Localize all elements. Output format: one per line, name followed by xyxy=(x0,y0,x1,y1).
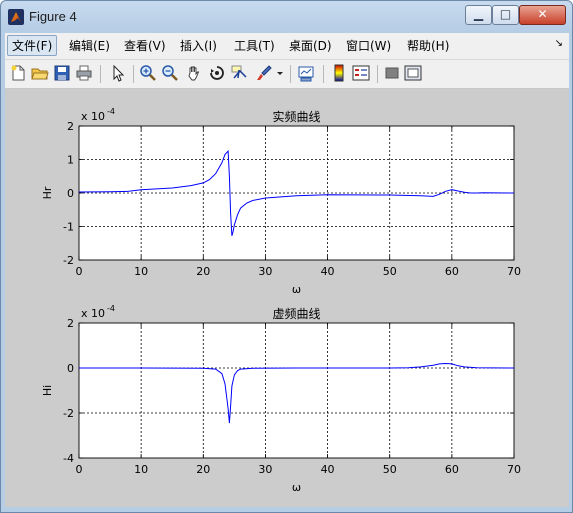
pointer-icon[interactable] xyxy=(109,64,127,82)
chart2-plot-background xyxy=(79,323,514,458)
print-icon[interactable] xyxy=(75,64,93,82)
chart1-exponent-power: -4 xyxy=(107,107,115,116)
chart2-x-tick-label: 30 xyxy=(258,463,272,476)
chart1-x-tick-label: 0 xyxy=(76,265,83,278)
chart1-y-axis-label: Hr xyxy=(41,186,54,199)
toolbar xyxy=(5,60,569,89)
chart2-x-tick-label: 0 xyxy=(76,463,83,476)
new-figure-icon[interactable] xyxy=(9,64,27,82)
dropdown-arrow-icon[interactable] xyxy=(275,64,285,82)
chart1-x-tick-label: 40 xyxy=(321,265,335,278)
toolbar-separator xyxy=(377,65,378,83)
chart2-y-tick-label: -4 xyxy=(63,452,74,465)
toolbar-separator xyxy=(100,65,101,83)
chart1-x-axis-label: ω xyxy=(292,283,301,296)
chart2-x-tick-label: 40 xyxy=(321,463,335,476)
chart2-y-axis-label: Hi xyxy=(41,385,54,396)
chart2-y-tick-label: 0 xyxy=(67,362,74,375)
toolbar-separator xyxy=(290,65,291,83)
chart2-x-tick-label: 60 xyxy=(445,463,459,476)
title-bar[interactable]: Figure 4 ▁ □ ✕ xyxy=(1,1,572,33)
chart2-x-axis-label: ω xyxy=(292,481,301,494)
chart1-x-tick-label: 70 xyxy=(507,265,521,278)
toolbar-separator xyxy=(133,65,134,83)
chart1-x-tick-label: 10 xyxy=(134,265,148,278)
chart1-y-tick-label: -1 xyxy=(63,221,74,234)
menu-edit[interactable]: 编辑(E) xyxy=(69,37,110,54)
menu-desktop[interactable]: 桌面(D) xyxy=(289,37,332,54)
menu-view[interactable]: 查看(V) xyxy=(124,37,166,54)
open-file-icon[interactable] xyxy=(31,64,49,82)
zoom-in-icon[interactable] xyxy=(139,64,157,82)
figure-window: Figure 4 ▁ □ ✕ 文件(F) 编辑(E) 查看(V) 插入(I) 工… xyxy=(0,0,573,513)
chart2-x-tick-label: 20 xyxy=(196,463,210,476)
chart2-title: 虚频曲线 xyxy=(272,307,320,321)
menu-bar: 文件(F) 编辑(E) 查看(V) 插入(I) 工具(T) 桌面(D) 窗口(W… xyxy=(5,33,569,60)
brush-icon[interactable] xyxy=(255,64,273,82)
chart1-x-tick-label: 20 xyxy=(196,265,210,278)
legend-icon[interactable] xyxy=(352,64,370,82)
close-button[interactable]: ✕ xyxy=(519,5,566,25)
plots-svg: 0 10 20 30 40 50 60 70-2-1012实频曲线x 10 -4ωHr0 10 20… xyxy=(41,107,521,494)
chart1-title: 实频曲线 xyxy=(272,109,320,124)
figure-canvas: 0 10 20 30 40 50 60 70 -2 -1 0 1 2 实频曲线 x 10 -4 ω Hr 0 10 20… xyxy=(5,89,569,507)
show-plot-tools-icon[interactable] xyxy=(404,64,422,82)
chart2-y-tick-label: -2 xyxy=(63,407,74,420)
chart2-axes: 0 10 20 30 40 50 60 70-4-202虚频曲线x 10 -4ωHi xyxy=(41,304,521,494)
chart1-x-tick-label: 60 xyxy=(445,265,459,278)
save-icon[interactable] xyxy=(53,64,71,82)
rotate-3d-icon[interactable] xyxy=(208,64,226,82)
data-cursor-icon[interactable] xyxy=(230,64,248,82)
maximize-button[interactable]: □ xyxy=(492,5,519,25)
menu-file[interactable]: 文件(F) xyxy=(7,35,58,56)
chart2-exponent-label: x 10 xyxy=(81,307,105,320)
minimize-button[interactable]: ▁ xyxy=(465,5,492,25)
hide-plot-tools-icon[interactable] xyxy=(383,64,401,82)
zoom-out-icon[interactable] xyxy=(161,64,179,82)
chart1-x-tick-label: 50 xyxy=(383,265,397,278)
matlab-logo-icon xyxy=(8,9,24,25)
chart1-x-tick-label: 30 xyxy=(258,265,272,278)
chart1-exponent-label: x 10 xyxy=(81,110,105,123)
toolbar-separator xyxy=(323,65,324,83)
chart2-exponent-power: -4 xyxy=(107,304,115,313)
chart1-y-tick-label: 2 xyxy=(67,120,74,133)
pan-hand-icon[interactable] xyxy=(185,64,203,82)
chart2-x-tick-label: 70 xyxy=(507,463,521,476)
menu-window[interactable]: 窗口(W) xyxy=(346,37,391,54)
menu-help[interactable]: 帮助(H) xyxy=(407,37,449,54)
chart1-axes: 0 10 20 30 40 50 60 70 -2 -1 0 1 2 实频曲线 x 10 -4 ω Hr xyxy=(41,107,521,296)
menu-overflow-icon[interactable]: ↘ xyxy=(555,38,563,49)
menu-tools[interactable]: 工具(T) xyxy=(234,37,275,54)
chart2-x-tick-label: 10 xyxy=(134,463,148,476)
chart2-x-tick-label: 50 xyxy=(383,463,397,476)
chart1-y-tick-label: -2 xyxy=(63,254,74,267)
chart1-y-tick-label: 1 xyxy=(67,154,74,167)
link-plot-icon[interactable] xyxy=(297,64,315,82)
chart2-y-tick-label: 2 xyxy=(67,317,74,330)
menu-insert[interactable]: 插入(I) xyxy=(180,37,217,54)
chart1-y-tick-label: 0 xyxy=(67,187,74,200)
colorbar-icon[interactable] xyxy=(330,64,348,82)
window-title: Figure 4 xyxy=(29,9,77,24)
